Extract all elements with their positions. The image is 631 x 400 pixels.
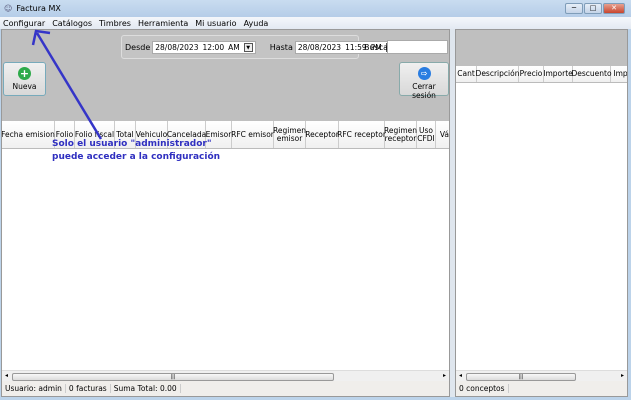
annotation-line-2: puede acceder a la configuración (52, 152, 221, 162)
annotation-arrow (31, 29, 103, 140)
annotation-text: Solo el usuario "administrador" puede ac… (52, 138, 220, 164)
annotation-line-1: Solo el usuario "administrador" (52, 139, 212, 149)
